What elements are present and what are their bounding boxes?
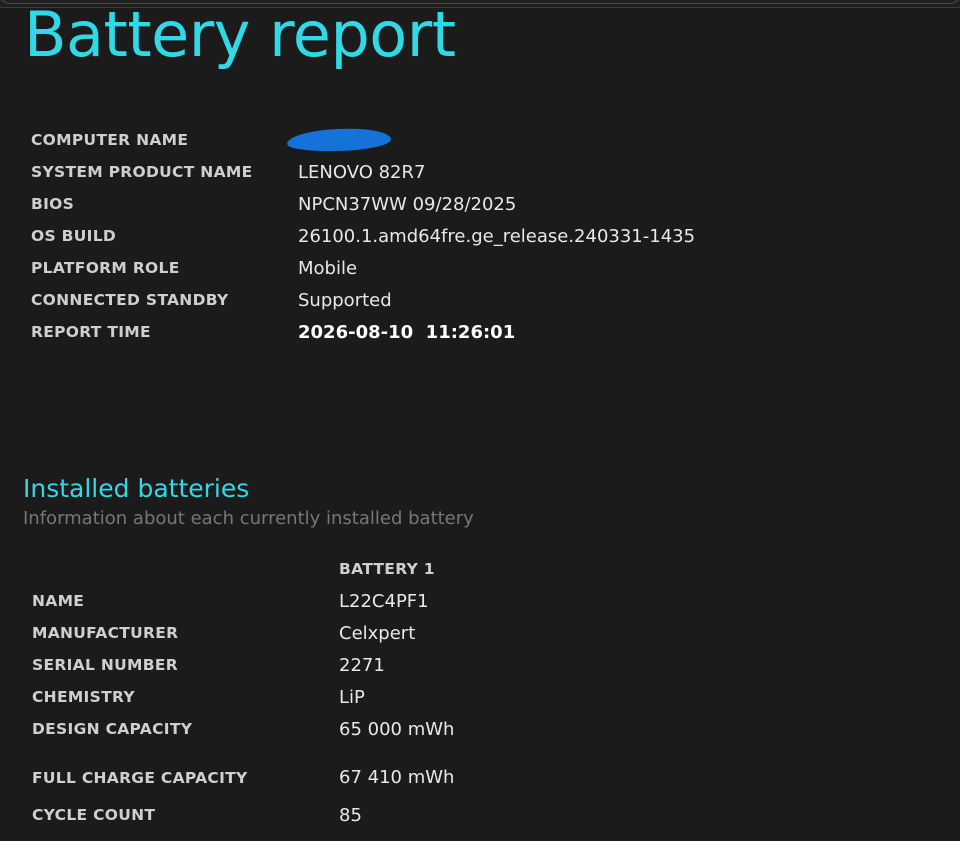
- os-build-label: OS BUILD: [31, 227, 117, 245]
- battery-design-capacity-value: 65 000 mWh: [339, 718, 455, 740]
- os-build-value: 26100.1.amd64fre.ge_release.240331-1435: [298, 225, 696, 247]
- system-info-row-platform-role: PLATFORM ROLE Mobile: [31, 252, 695, 284]
- battery-full-charge-label: FULL CHARGE CAPACITY: [32, 768, 248, 787]
- bios-label: BIOS: [31, 195, 75, 213]
- computer-name-label: COMPUTER NAME: [31, 131, 189, 149]
- system-info-table: COMPUTER NAME SYSTEM PRODUCT NAME LENOVO…: [31, 124, 695, 348]
- system-info-row-computer-name: COMPUTER NAME: [31, 124, 695, 156]
- connected-standby-value: Supported: [298, 289, 392, 311]
- battery-cycle-count-label: CYCLE COUNT: [32, 806, 156, 824]
- report-time-label: REPORT TIME: [31, 323, 151, 341]
- battery-manufacturer-value: Celxpert: [339, 622, 416, 644]
- battery-row-name: NAME L22C4PF1: [32, 585, 454, 617]
- system-info-row-report-time: REPORT TIME 2026-08-10 11:26:01: [31, 316, 695, 348]
- installed-batteries-heading: Installed batteries: [23, 474, 250, 503]
- battery-row-serial-number: SERIAL NUMBER 2271: [32, 649, 454, 681]
- system-info-row-product-name: SYSTEM PRODUCT NAME LENOVO 82R7: [31, 156, 695, 188]
- battery-1-column-header: BATTERY 1: [339, 560, 435, 578]
- battery-table-header-row: BATTERY 1: [32, 553, 454, 585]
- system-info-row-connected-standby: CONNECTED STANDBY Supported: [31, 284, 695, 316]
- battery-design-capacity-label: DESIGN CAPACITY: [32, 720, 193, 738]
- installed-batteries-subtitle: Information about each currently install…: [23, 508, 474, 529]
- product-name-label: SYSTEM PRODUCT NAME: [31, 163, 253, 181]
- platform-role-label: PLATFORM ROLE: [31, 259, 180, 277]
- battery-serial-value: 2271: [339, 654, 385, 676]
- page-title: Battery report: [24, 0, 456, 71]
- bios-value: NPCN37WW 09/28/2025: [298, 193, 517, 215]
- battery-row-manufacturer: MANUFACTURER Celxpert: [32, 617, 454, 649]
- battery-chemistry-label: CHEMISTRY: [32, 688, 135, 706]
- battery-table-header-spacer: [32, 553, 339, 585]
- product-name-value: LENOVO 82R7: [298, 161, 426, 183]
- platform-role-value: Mobile: [298, 257, 358, 279]
- battery-serial-label: SERIAL NUMBER: [32, 656, 178, 674]
- connected-standby-label: CONNECTED STANDBY: [31, 291, 229, 309]
- battery-row-chemistry: CHEMISTRY LiP: [32, 681, 454, 713]
- battery-row-full-charge-capacity: FULL CHARGE CAPACITY 67 410 mWh: [32, 745, 454, 799]
- battery-manufacturer-label: MANUFACTURER: [32, 624, 179, 642]
- battery-chemistry-value: LiP: [339, 686, 365, 708]
- battery-name-label: NAME: [32, 592, 85, 610]
- system-info-row-os-build: OS BUILD 26100.1.amd64fre.ge_release.240…: [31, 220, 695, 252]
- battery-cycle-count-value: 85: [339, 804, 362, 826]
- report-time-value: 2026-08-10 11:26:01: [298, 321, 516, 343]
- battery-table: BATTERY 1 NAME L22C4PF1 MANUFACTURER Cel…: [32, 553, 454, 831]
- battery-row-cycle-count: CYCLE COUNT 85: [32, 799, 454, 831]
- battery-name-value: L22C4PF1: [339, 590, 429, 612]
- computer-name-value: [286, 124, 695, 156]
- battery-full-charge-value: 67 410 mWh: [339, 767, 455, 788]
- system-info-row-bios: BIOS NPCN37WW 09/28/2025: [31, 188, 695, 220]
- redaction-mark: [286, 127, 392, 153]
- battery-row-design-capacity: DESIGN CAPACITY 65 000 mWh: [32, 713, 454, 745]
